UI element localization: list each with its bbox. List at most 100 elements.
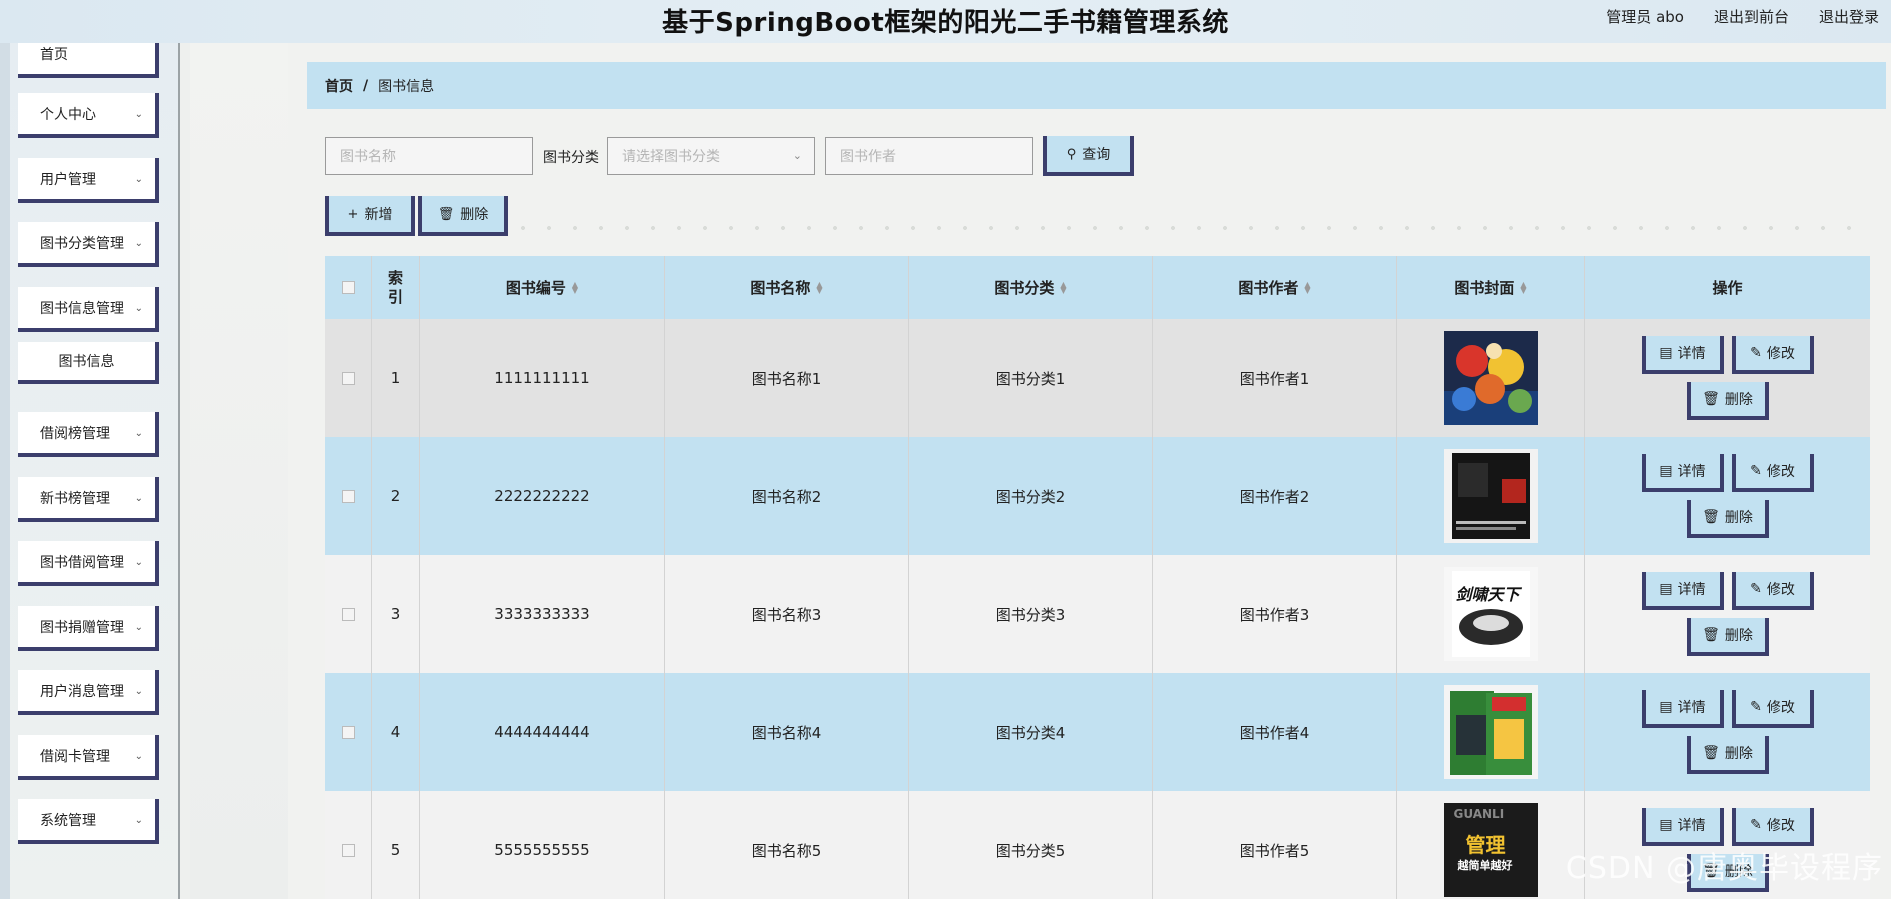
code-cell: 4444444444 — [420, 673, 665, 791]
code-cell: 2222222222 — [420, 437, 665, 555]
header-index: 索引 — [372, 256, 420, 319]
detail-button[interactable]: ▤ 详情 — [1641, 454, 1724, 492]
batch-delete-button[interactable]: 🗑 删除 — [418, 196, 508, 236]
sidebar-item-label: 用户消息管理 — [40, 683, 124, 700]
sort-icon[interactable]: ▲ ▼ — [572, 280, 578, 294]
delete-button[interactable]: 🗑 删除 — [1686, 382, 1769, 420]
book-author-search-input[interactable]: 图书作者 — [825, 137, 1033, 175]
sort-icon[interactable]: ▲ ▼ — [1520, 280, 1526, 294]
document-icon: ▤ — [1659, 699, 1673, 715]
row-checkbox[interactable] — [341, 371, 355, 385]
logout-link[interactable]: 退出登录 — [1819, 6, 1879, 27]
book-cover-image[interactable] — [1443, 685, 1538, 779]
cover-cell: 剑啸天下 — [1397, 555, 1585, 673]
code-cell: 5555555555 — [420, 791, 665, 899]
header-name[interactable]: 图书名称 ▲ ▼ — [665, 256, 909, 319]
sidebar-item-label: 图书借阅管理 — [40, 554, 124, 571]
author-cell: 图书作者5 — [1153, 791, 1397, 899]
author-cell: 图书作者4 — [1153, 673, 1397, 791]
breadcrumb-home[interactable]: 首页 — [325, 76, 353, 96]
chevron-down-icon: ⌄ — [134, 622, 143, 633]
book-cover-image[interactable] — [1443, 331, 1538, 425]
query-button[interactable]: ⚲ 查询 — [1043, 136, 1134, 176]
sidebar-divider — [178, 43, 180, 899]
delete-button[interactable]: 🗑 删除 — [1686, 500, 1769, 538]
sidebar-item-user-message-management[interactable]: 用户消息管理 ⌄ — [18, 670, 159, 715]
index-cell: 3 — [372, 555, 420, 673]
category-select[interactable]: 请选择图书分类 ⌄ — [607, 137, 815, 175]
detail-button[interactable]: ▤ 详情 — [1641, 808, 1724, 846]
sidebar-item-book-info-management[interactable]: 图书信息管理 ⌄ — [18, 287, 159, 332]
cover-cell — [1397, 437, 1585, 555]
sidebar-item-borrow-ranking-management[interactable]: 借阅榜管理 ⌄ — [18, 412, 159, 457]
trash-icon: 🗑 — [1702, 509, 1720, 525]
sidebar-item-book-donation-management[interactable]: 图书捐赠管理 ⌄ — [18, 606, 159, 651]
row-select-cell — [325, 319, 372, 437]
edit-button[interactable]: ✎ 修改 — [1731, 572, 1814, 610]
sidebar-item-label: 图书分类管理 — [40, 235, 124, 252]
sidebar-item-personal-center[interactable]: 个人中心 ⌄ — [18, 93, 159, 138]
book-cover-image[interactable]: 剑啸天下 — [1443, 567, 1538, 661]
edit-button[interactable]: ✎ 修改 — [1731, 808, 1814, 846]
sidebar-item-user-management[interactable]: 用户管理 ⌄ — [18, 158, 159, 203]
header-author[interactable]: 图书作者 ▲ ▼ — [1153, 256, 1397, 319]
sidebar-item-new-book-ranking-management[interactable]: 新书榜管理 ⌄ — [18, 477, 159, 522]
sidebar-item-label: 借阅榜管理 — [40, 425, 110, 442]
author-cell: 图书作者1 — [1153, 319, 1397, 437]
select-all-checkbox[interactable] — [341, 281, 355, 294]
sidebar-subitem-book-info[interactable]: 图书信息 — [18, 342, 159, 384]
pencil-icon: ✎ — [1750, 345, 1762, 361]
category-cell: 图书分类2 — [909, 437, 1153, 555]
table-row: 1 1111111111 图书名称1 图书分类1 图书作者1 ▤ 详情 ✎ 修改… — [325, 319, 1870, 437]
sidebar-item-book-borrow-management[interactable]: 图书借阅管理 ⌄ — [18, 541, 159, 586]
detail-button-label: 详情 — [1677, 818, 1706, 834]
row-select-cell — [325, 791, 372, 899]
ops-cell: ▤ 详情 ✎ 修改 🗑 删除 — [1585, 437, 1870, 555]
sort-icon[interactable]: ▲ ▼ — [1304, 280, 1310, 294]
sidebar-item-borrow-card-management[interactable]: 借阅卡管理 ⌄ — [18, 735, 159, 780]
row-checkbox[interactable] — [341, 489, 355, 503]
header-cover[interactable]: 图书封面 ▲ ▼ — [1397, 256, 1585, 319]
row-checkbox[interactable] — [341, 843, 355, 857]
breadcrumb: 首页 / 图书信息 — [307, 62, 1886, 109]
add-button[interactable]: + 新增 — [325, 196, 415, 236]
code-cell: 1111111111 — [420, 319, 665, 437]
edit-button-label: 修改 — [1766, 464, 1795, 480]
delete-button[interactable]: 🗑 删除 — [1686, 736, 1769, 774]
cover-sub-text: 越简单越好 — [1457, 859, 1513, 872]
detail-button[interactable]: ▤ 详情 — [1641, 572, 1724, 610]
chevron-down-icon: ⌄ — [134, 428, 143, 439]
sidebar-item-system-management[interactable]: 系统管理 ⌄ — [18, 799, 159, 844]
detail-button[interactable]: ▤ 详情 — [1641, 336, 1724, 374]
book-cover-image[interactable]: GUANLI 管理 越简单越好 — [1443, 803, 1538, 897]
sidebar-item-label: 系统管理 — [40, 812, 96, 829]
book-cover-image[interactable] — [1443, 449, 1538, 543]
name-cell: 图书名称4 — [665, 673, 909, 791]
chevron-down-icon: ⌄ — [134, 174, 143, 185]
admin-user-label[interactable]: 管理员 abo — [1606, 6, 1684, 27]
sort-icon[interactable]: ▲ ▼ — [1060, 280, 1066, 294]
select-all-cell — [325, 256, 372, 319]
header-code[interactable]: 图书编号 ▲ ▼ — [420, 256, 665, 319]
detail-button[interactable]: ▤ 详情 — [1641, 690, 1724, 728]
trash-icon: 🗑 — [1702, 627, 1720, 643]
edit-button[interactable]: ✎ 修改 — [1731, 336, 1814, 374]
sidebar-item-label: 新书榜管理 — [40, 490, 110, 507]
breadcrumb-current: 图书信息 — [378, 78, 435, 95]
row-checkbox[interactable] — [341, 725, 355, 739]
edit-button-label: 修改 — [1766, 818, 1795, 834]
sidebar-item-home[interactable]: 首页 — [18, 43, 159, 78]
cover-top-text: GUANLI — [1453, 807, 1505, 821]
table-header: 索引 图书编号 ▲ ▼ 图书名称 ▲ ▼ 图书分类 ▲ ▼ 图书作者 ▲ ▼ 图书封面 … — [325, 256, 1870, 319]
edit-button[interactable]: ✎ 修改 — [1731, 690, 1814, 728]
category-cell: 图书分类5 — [909, 791, 1153, 899]
row-checkbox[interactable] — [341, 607, 355, 621]
sort-icon[interactable]: ▲ ▼ — [816, 280, 822, 294]
sidebar-item-book-category-management[interactable]: 图书分类管理 ⌄ — [18, 222, 159, 267]
exit-to-front-link[interactable]: 退出到前台 — [1714, 6, 1789, 27]
edit-button[interactable]: ✎ 修改 — [1731, 454, 1814, 492]
delete-button[interactable]: 🗑 删除 — [1686, 618, 1769, 656]
book-name-search-input[interactable]: 图书名称 — [325, 137, 533, 175]
chevron-down-icon: ⌄ — [134, 686, 143, 697]
header-category[interactable]: 图书分类 ▲ ▼ — [909, 256, 1153, 319]
